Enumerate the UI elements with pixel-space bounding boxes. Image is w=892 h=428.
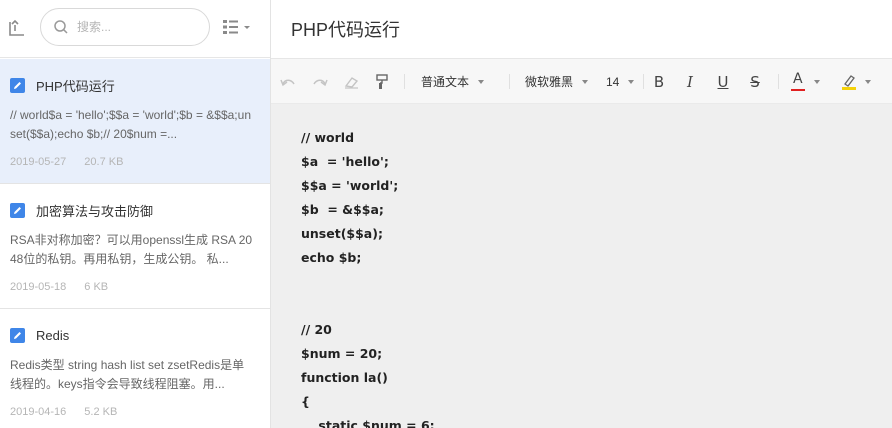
- note-size: 20.7 KB: [84, 156, 124, 168]
- note-body: // world $a = 'hello'; $$a = 'world'; $b…: [301, 126, 435, 428]
- chevron-down-icon: [582, 79, 589, 84]
- note-edit-icon: [10, 327, 25, 343]
- toolbar-divider: [643, 74, 644, 89]
- editor-header: PHP代码运行: [271, 0, 892, 59]
- font-color-icon: A: [791, 70, 805, 91]
- toolbar-divider: [509, 74, 510, 89]
- code-line: {: [301, 394, 310, 409]
- font-family-value: 微软雅黑: [525, 75, 574, 89]
- strikethrough-button[interactable]: S: [744, 59, 766, 104]
- highlighter-icon: [842, 74, 856, 90]
- chevron-down-icon: [628, 79, 635, 84]
- font-color-letter: A: [793, 70, 803, 87]
- note-list-item[interactable]: 加密算法与攻击防御 RSA非对称加密？可以用openssl生成 RSA 2048…: [0, 184, 270, 309]
- toolbar-divider: [778, 74, 779, 89]
- note-list-item[interactable]: PHP代码运行 // world$a = 'hello';$$a = 'worl…: [0, 59, 270, 184]
- sidebar-header: [0, 0, 270, 58]
- note-title-field[interactable]: PHP代码运行: [291, 16, 400, 42]
- note-edit-icon: [10, 202, 25, 218]
- code-line: echo $b;: [301, 250, 362, 265]
- code-line: // world: [301, 130, 355, 145]
- font-family-dropdown[interactable]: 微软雅黑: [525, 59, 595, 104]
- view-toggle-button[interactable]: [222, 18, 254, 36]
- format-toolbar: 普通文本 微软雅黑 14 B I U S A: [271, 59, 892, 104]
- code-line: $$a = 'world';: [301, 178, 399, 193]
- chevron-down-icon: [865, 79, 871, 84]
- chevron-down-icon: [478, 79, 485, 84]
- note-snippet: // world$a = 'hello';$$a = 'world';$b = …: [10, 108, 251, 141]
- notes-sidebar: PHP代码运行 // world$a = 'hello';$$a = 'worl…: [0, 0, 271, 428]
- note-snippet: Redis类型 string hash list set zsetRedis是单…: [10, 358, 245, 391]
- back-icon: [9, 19, 24, 36]
- bold-icon: B: [653, 72, 665, 91]
- note-edit-icon: [10, 77, 25, 93]
- search-icon: [54, 20, 68, 34]
- note-meta: 2019-05-18 6 KB: [10, 281, 256, 293]
- note-date: 2019-05-18: [10, 281, 67, 293]
- highlight-button[interactable]: [842, 59, 882, 104]
- note-title: PHP代码运行: [36, 78, 115, 94]
- format-painter-icon: [376, 73, 388, 89]
- font-color-swatch: [791, 88, 805, 91]
- note-meta: 2019-04-16 5.2 KB: [10, 406, 256, 418]
- undo-button[interactable]: [277, 59, 299, 104]
- search-box[interactable]: [40, 8, 210, 46]
- paragraph-style-dropdown[interactable]: 普通文本: [421, 59, 501, 104]
- italic-button[interactable]: I: [679, 59, 701, 104]
- editor-content[interactable]: // world $a = 'hello'; $$a = 'world'; $b…: [271, 104, 892, 428]
- bold-button[interactable]: B: [648, 59, 670, 104]
- back-button[interactable]: [6, 17, 28, 39]
- note-title: Redis: [36, 327, 70, 343]
- code-line: static $num = 6;: [301, 418, 435, 428]
- code-line: unset($$a);: [301, 226, 383, 241]
- search-input[interactable]: [77, 17, 197, 37]
- list-view-icon: [223, 20, 250, 34]
- note-title: 加密算法与攻击防御: [36, 203, 154, 219]
- paragraph-style-value: 普通文本: [421, 75, 470, 89]
- note-size: 5.2 KB: [84, 406, 118, 418]
- italic-icon: I: [687, 72, 693, 91]
- format-painter-button[interactable]: [371, 59, 393, 104]
- redo-icon: [313, 79, 328, 86]
- chevron-down-icon: [244, 26, 250, 29]
- strikethrough-icon: S: [750, 72, 760, 91]
- code-line: $num = 20;: [301, 346, 383, 361]
- code-line: // 20: [301, 322, 332, 337]
- redo-button[interactable]: [309, 59, 331, 104]
- font-color-button[interactable]: A: [791, 59, 831, 104]
- font-size-dropdown[interactable]: 14: [606, 59, 642, 104]
- undo-icon: [280, 79, 295, 86]
- note-date: 2019-04-16: [10, 406, 67, 418]
- note-size: 6 KB: [84, 281, 109, 293]
- note-snippet: RSA非对称加密？可以用openssl生成 RSA 2048位的私钥。再用私钥，…: [10, 233, 253, 266]
- code-line: $a = 'hello';: [301, 154, 389, 169]
- note-list: PHP代码运行 // world$a = 'hello';$$a = 'worl…: [0, 59, 270, 428]
- eraser-icon: [344, 76, 359, 89]
- note-editor: PHP代码运行 普通文本 微软雅黑 14 B I U S A // world …: [271, 0, 892, 428]
- code-line: function la(): [301, 370, 388, 385]
- note-meta: 2019-05-27 20.7 KB: [10, 156, 256, 168]
- chevron-down-icon: [814, 79, 820, 84]
- clear-format-button[interactable]: [341, 59, 363, 104]
- note-date: 2019-05-27: [10, 156, 67, 168]
- font-size-value: 14: [606, 74, 620, 89]
- toolbar-divider: [404, 74, 405, 89]
- underline-button[interactable]: U: [712, 59, 734, 104]
- note-list-item[interactable]: Redis Redis类型 string hash list set zsetR…: [0, 309, 270, 428]
- code-line: $b = &$$a;: [301, 202, 384, 217]
- underline-icon: U: [717, 72, 729, 91]
